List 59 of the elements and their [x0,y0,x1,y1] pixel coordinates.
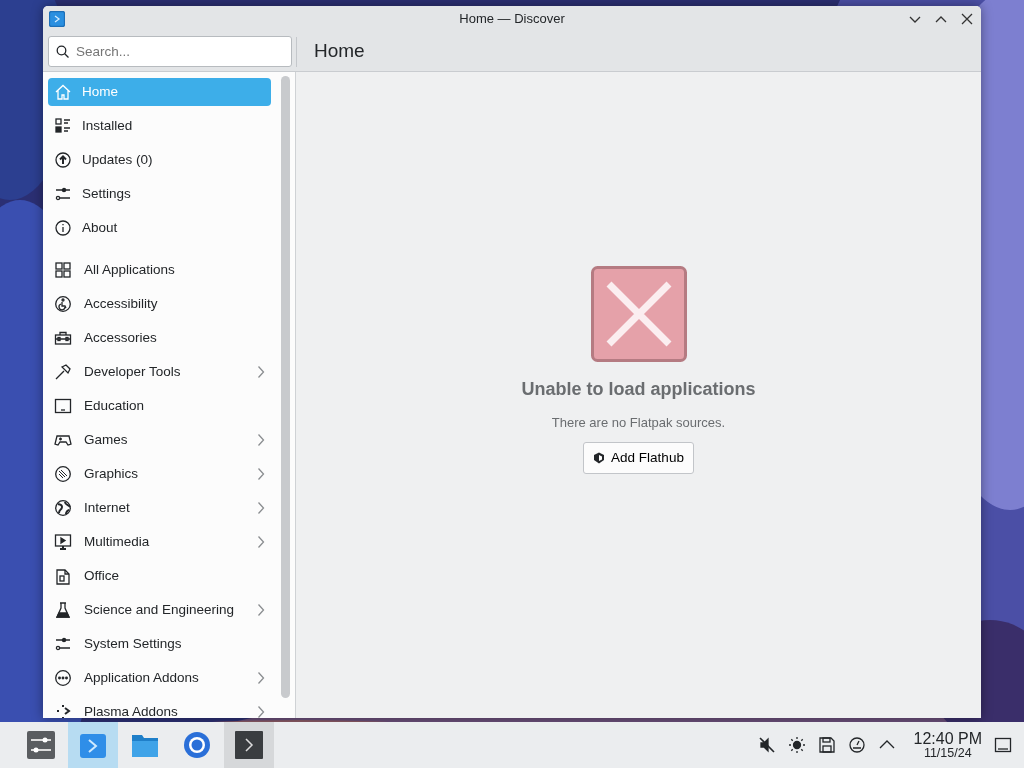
info-icon [54,219,72,237]
brightness-icon[interactable] [787,736,806,754]
sidebar-item[interactable]: Graphics [48,457,271,491]
sidebar-item[interactable]: Internet [48,491,271,525]
sidebar-item[interactable]: About [48,211,271,245]
monitor-icon [54,397,72,415]
package-icon [593,451,606,464]
sidebar-item[interactable]: Developer Tools [48,355,271,389]
list-icon [54,117,72,135]
sidebar-item[interactable]: System Settings [48,627,271,661]
document-icon [54,567,72,585]
taskbar-button[interactable] [224,722,274,768]
gauge-icon[interactable] [847,736,866,754]
accessibility-icon [54,295,72,313]
muted-speaker-icon[interactable] [757,736,776,754]
sidebar-item[interactable]: Settings [48,177,271,211]
close-icon [959,11,975,27]
clock-date[interactable]: 11/15/24 [923,746,972,760]
globe-icon [54,499,72,517]
scrollbar-thumb[interactable] [281,76,290,698]
plugin-icon [54,703,72,718]
launcher-icon [26,730,56,760]
page-title: Home [314,39,365,64]
home-icon [54,83,72,101]
hammer-icon [54,363,72,381]
sidebar-item[interactable]: Education [48,389,271,423]
close-button[interactable] [959,11,975,27]
flask-icon [54,601,72,619]
browser-icon [182,730,212,760]
sliders-icon [54,185,72,203]
sidebar-item[interactable]: Installed [48,109,271,143]
error-title: Unable to load applications [521,378,756,402]
add-flathub-button[interactable]: Add Flathub [583,441,694,474]
dots-circle-icon [54,669,72,687]
update-icon [54,151,72,169]
palette-icon [54,465,72,483]
clock-time[interactable]: 12:40 PM [913,730,982,747]
sidebar-item[interactable]: Multimedia [48,525,271,559]
sidebar-item[interactable]: Plasma Addons [48,695,271,718]
sidebar-item[interactable]: Office [48,559,271,593]
sidebar-item[interactable]: Science and Engineering [48,593,271,627]
search-icon [56,45,69,58]
sidebar-item[interactable]: All Applications [48,253,271,287]
sliders-icon [54,635,72,653]
error-icon [590,266,687,363]
grid-icon [54,261,72,279]
sidebar-item[interactable]: Updates (0) [48,143,271,177]
sidebar-item[interactable]: Accessibility [48,287,271,321]
error-message: There are no Flatpak sources. [551,414,726,433]
sidebar-item[interactable]: Accessories [48,321,271,355]
app-icon [49,11,65,27]
sidebar-item[interactable]: Application Addons [48,661,271,695]
search-field[interactable]: Search... [48,36,292,67]
window-title: Home — Discover [459,11,565,27]
show-desktop-icon[interactable] [994,736,1012,754]
sidebar-item[interactable]: Games [48,423,271,457]
media-icon [54,533,72,551]
toolbox-icon [54,329,72,347]
terminal-icon [234,730,264,760]
